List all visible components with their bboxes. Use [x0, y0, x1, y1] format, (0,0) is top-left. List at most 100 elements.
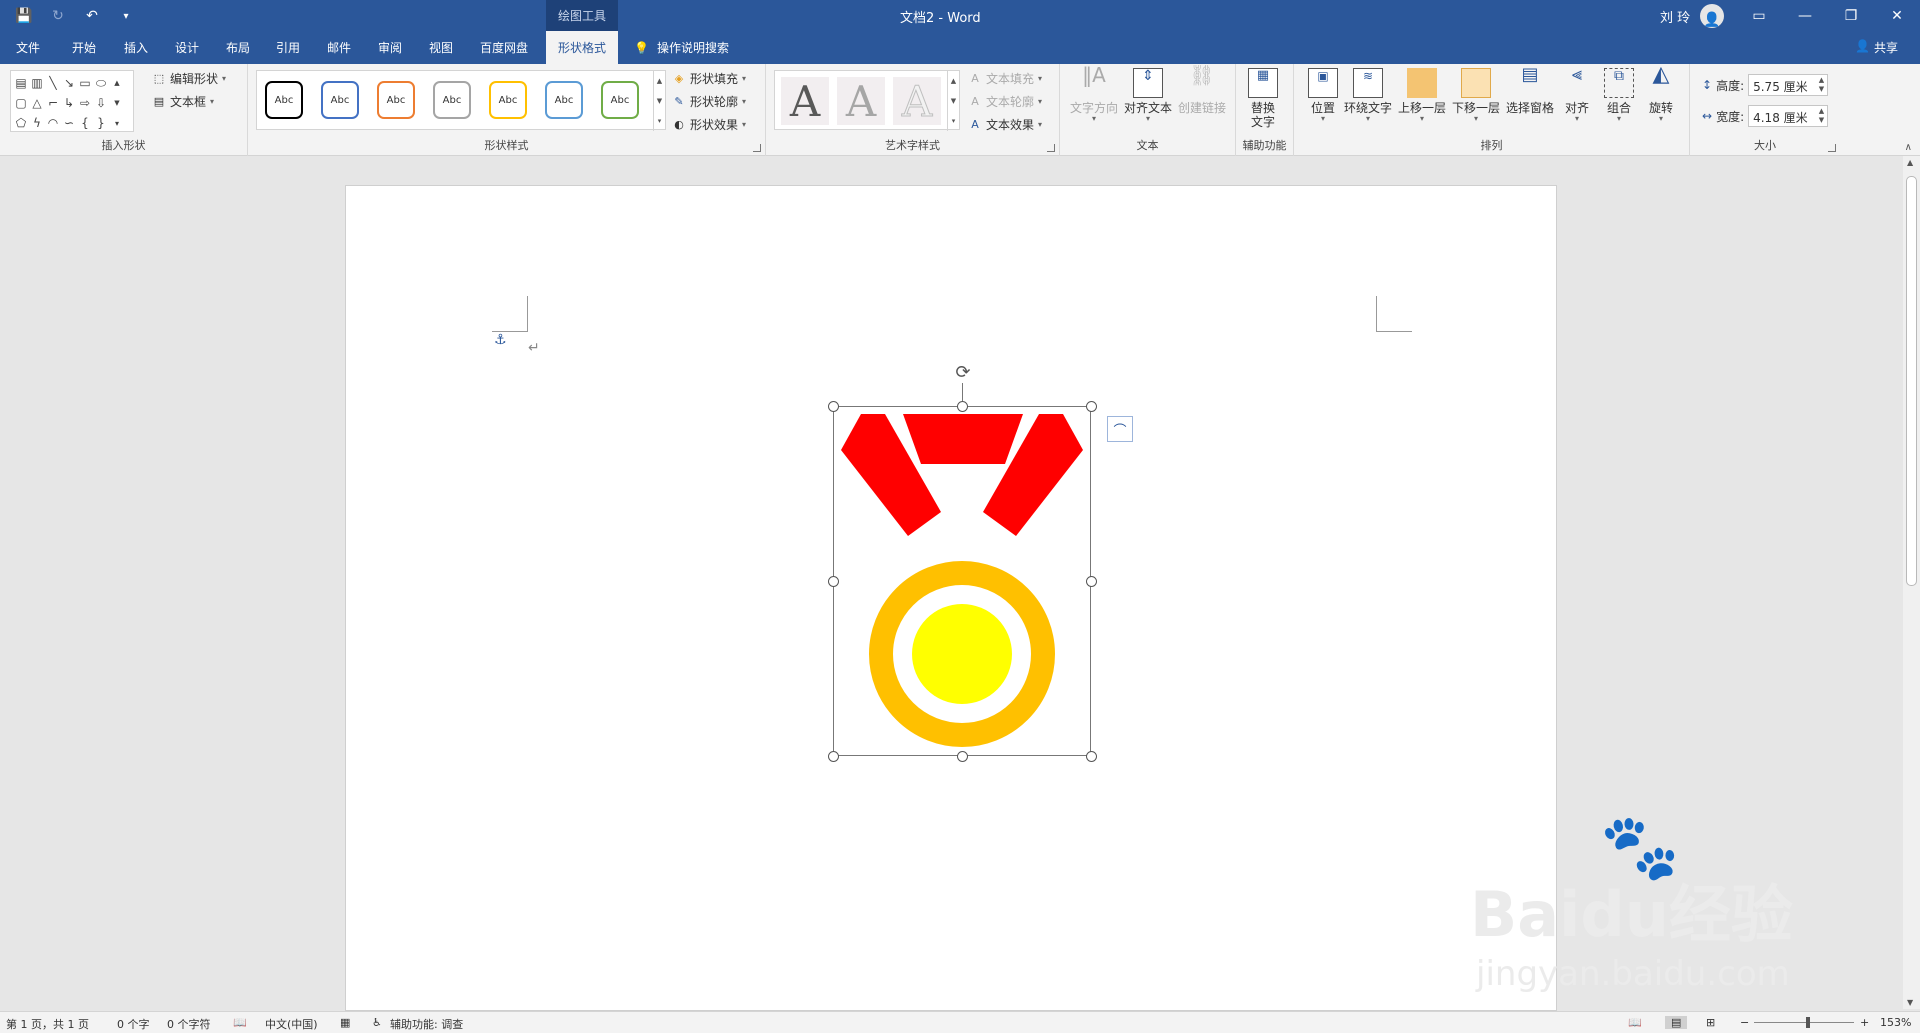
more-icon[interactable]: ▾	[952, 117, 956, 125]
shape-style-chip[interactable]: Abc	[601, 81, 639, 119]
zoom-slider-thumb[interactable]	[1806, 1017, 1810, 1028]
restore-button[interactable]: ❐	[1828, 0, 1874, 31]
scroll-up-icon[interactable]: ▲	[657, 77, 662, 85]
customize-qat-icon[interactable]: ▾	[116, 6, 136, 26]
tab-view[interactable]: 视图	[429, 39, 453, 56]
gallery-down-icon[interactable]: ▼	[109, 93, 125, 113]
redo-icon[interactable]: ↻	[48, 6, 68, 26]
text-outline-button[interactable]: A 文本轮廓 ▾	[968, 93, 1042, 110]
avatar[interactable]: 👤	[1700, 4, 1724, 28]
word-count[interactable]: 0 个字	[117, 1016, 150, 1032]
scrollbar-thumb[interactable]	[1906, 176, 1917, 586]
wordart-style[interactable]: A	[781, 77, 829, 126]
resize-handle-top-left[interactable]	[828, 401, 839, 412]
minimize-button[interactable]: —	[1782, 0, 1828, 31]
line-shape-icon[interactable]: ╲	[45, 73, 61, 93]
tab-file[interactable]: 文件	[16, 39, 40, 56]
bring-forward-button[interactable]: 上移一层 ▾	[1398, 68, 1446, 123]
accessibility-status[interactable]: 辅助功能: 调查	[390, 1016, 463, 1032]
document-page[interactable]: ⚓ ↵ ⟳ ⌒	[345, 185, 1557, 1011]
resize-handle-left[interactable]	[828, 576, 839, 587]
send-backward-button[interactable]: 下移一层 ▾	[1452, 68, 1500, 123]
web-layout-icon[interactable]: ⊞	[1706, 1016, 1715, 1029]
tab-mailings[interactable]: 邮件	[327, 39, 351, 56]
tell-me-search[interactable]: 💡 操作说明搜索	[634, 39, 729, 56]
dialog-launcher-icon[interactable]	[1047, 144, 1055, 152]
create-link-button[interactable]: ⛓ 创建链接	[1178, 65, 1226, 115]
text-fill-button[interactable]: A 文本填充 ▾	[968, 70, 1042, 87]
dialog-launcher-icon[interactable]	[753, 144, 761, 152]
freeform-shape-icon[interactable]: ⬠	[13, 113, 29, 133]
text-direction-button[interactable]: ‖A 文字方向 ▾	[1070, 65, 1118, 123]
wordart-style[interactable]: A	[893, 76, 941, 126]
shape-selection-box[interactable]: ⟳	[828, 362, 1097, 762]
oval-shape-icon[interactable]: ⬭	[93, 73, 109, 93]
more-icon[interactable]: ▾	[658, 117, 662, 125]
text-box-button[interactable]: ▤ 文本框 ▾	[152, 93, 214, 110]
tab-shape-format[interactable]: 形状格式	[546, 31, 619, 64]
height-input[interactable]: 5.75 厘米 ▲ ▼	[1748, 74, 1829, 96]
edit-shape-button[interactable]: ⬚ 编辑形状 ▾	[152, 70, 226, 87]
resize-handle-bottom[interactable]	[957, 751, 968, 762]
right-arrow-shape-icon[interactable]: ⇨	[77, 93, 93, 113]
wordart-gallery[interactable]: A A A ▲ ▼ ▾	[774, 70, 960, 131]
wordart-style[interactable]: A	[837, 77, 885, 126]
tab-design[interactable]: 设计	[175, 39, 199, 56]
curve-shape-icon[interactable]: ∽	[61, 113, 77, 133]
page-count[interactable]: 第 1 页，共 1 页	[6, 1016, 89, 1032]
triangle-shape-icon[interactable]: △	[29, 93, 45, 113]
tab-review[interactable]: 审阅	[378, 39, 402, 56]
arrow-line-shape-icon[interactable]: ↘	[61, 73, 77, 93]
scroll-up-icon[interactable]: ▲	[1907, 158, 1913, 167]
resize-handle-bottom-left[interactable]	[828, 751, 839, 762]
share-button[interactable]: 👤 共享	[1855, 39, 1898, 56]
selection-pane-button[interactable]: ▤ 选择窗格	[1506, 66, 1554, 116]
anchor-icon[interactable]: ⚓	[494, 332, 507, 348]
shape-style-chip[interactable]: Abc	[489, 81, 527, 119]
zoom-in-button[interactable]: +	[1860, 1016, 1869, 1029]
print-layout-icon[interactable]: ▤	[1665, 1016, 1688, 1029]
zoom-slider[interactable]	[1754, 1022, 1854, 1023]
alt-text-button[interactable]: ▦ 替换 文字	[1248, 68, 1278, 129]
shape-style-chip[interactable]: Abc	[377, 81, 415, 119]
group-button[interactable]: ⧉ 组合 ▾	[1604, 68, 1634, 123]
gallery-scroll[interactable]: ▲ ▼ ▾	[947, 71, 959, 131]
ribbon-display-options-icon[interactable]: ▭	[1736, 0, 1782, 31]
undo-icon[interactable]: ↶	[82, 6, 102, 26]
shape-outline-button[interactable]: ✎ 形状轮廓 ▾	[672, 93, 746, 110]
width-spinner[interactable]: ▲ ▼	[1819, 107, 1824, 125]
rotation-handle-icon[interactable]: ⟳	[952, 361, 974, 383]
position-button[interactable]: ▣ 位置 ▾	[1308, 68, 1338, 123]
zoom-level[interactable]: 153%	[1880, 1016, 1911, 1029]
gallery-up-icon[interactable]: ▲	[109, 73, 125, 93]
left-brace-icon[interactable]: {	[77, 113, 93, 133]
scroll-up-icon[interactable]: ▲	[951, 77, 956, 85]
scroll-down-icon[interactable]: ▼	[657, 97, 662, 105]
layout-options-icon[interactable]: ⌒	[1107, 416, 1133, 442]
shape-style-chip[interactable]: Abc	[545, 81, 583, 119]
read-mode-icon[interactable]: 📖	[1628, 1016, 1642, 1029]
tab-home[interactable]: 开始	[72, 39, 96, 56]
macro-icon[interactable]: ▦	[340, 1016, 350, 1029]
resize-handle-top-right[interactable]	[1086, 401, 1097, 412]
resize-handle-top[interactable]	[957, 401, 968, 412]
proofing-icon[interactable]: 📖	[233, 1016, 247, 1029]
rotate-button[interactable]: ◭ 旋转 ▾	[1646, 64, 1676, 123]
align-text-button[interactable]: ⇕ 对齐文本 ▾	[1124, 68, 1172, 123]
elbow-arrow-icon[interactable]: ↳	[61, 93, 77, 113]
elbow-connector-icon[interactable]: ⌐	[45, 93, 61, 113]
shape-fill-button[interactable]: ◈ 形状填充 ▾	[672, 70, 746, 87]
dialog-launcher-icon[interactable]	[1828, 144, 1836, 152]
resize-handle-bottom-right[interactable]	[1086, 751, 1097, 762]
wrap-text-button[interactable]: ≋ 环绕文字 ▾	[1344, 68, 1392, 123]
shape-style-chip[interactable]: Abc	[265, 81, 303, 119]
rounded-rect-shape-icon[interactable]: ▢	[13, 93, 29, 113]
collapse-ribbon-icon[interactable]: ∧	[1905, 142, 1912, 153]
vertical-textbox-shape-icon[interactable]: ▥	[29, 73, 45, 93]
tab-insert[interactable]: 插入	[124, 39, 148, 56]
close-button[interactable]: ✕	[1874, 0, 1920, 31]
scribble-shape-icon[interactable]: ϟ	[29, 113, 45, 133]
tab-baidu-netdisk[interactable]: 百度网盘	[480, 39, 528, 56]
height-spinner[interactable]: ▲ ▼	[1819, 76, 1824, 94]
shape-style-chip[interactable]: Abc	[433, 81, 471, 119]
